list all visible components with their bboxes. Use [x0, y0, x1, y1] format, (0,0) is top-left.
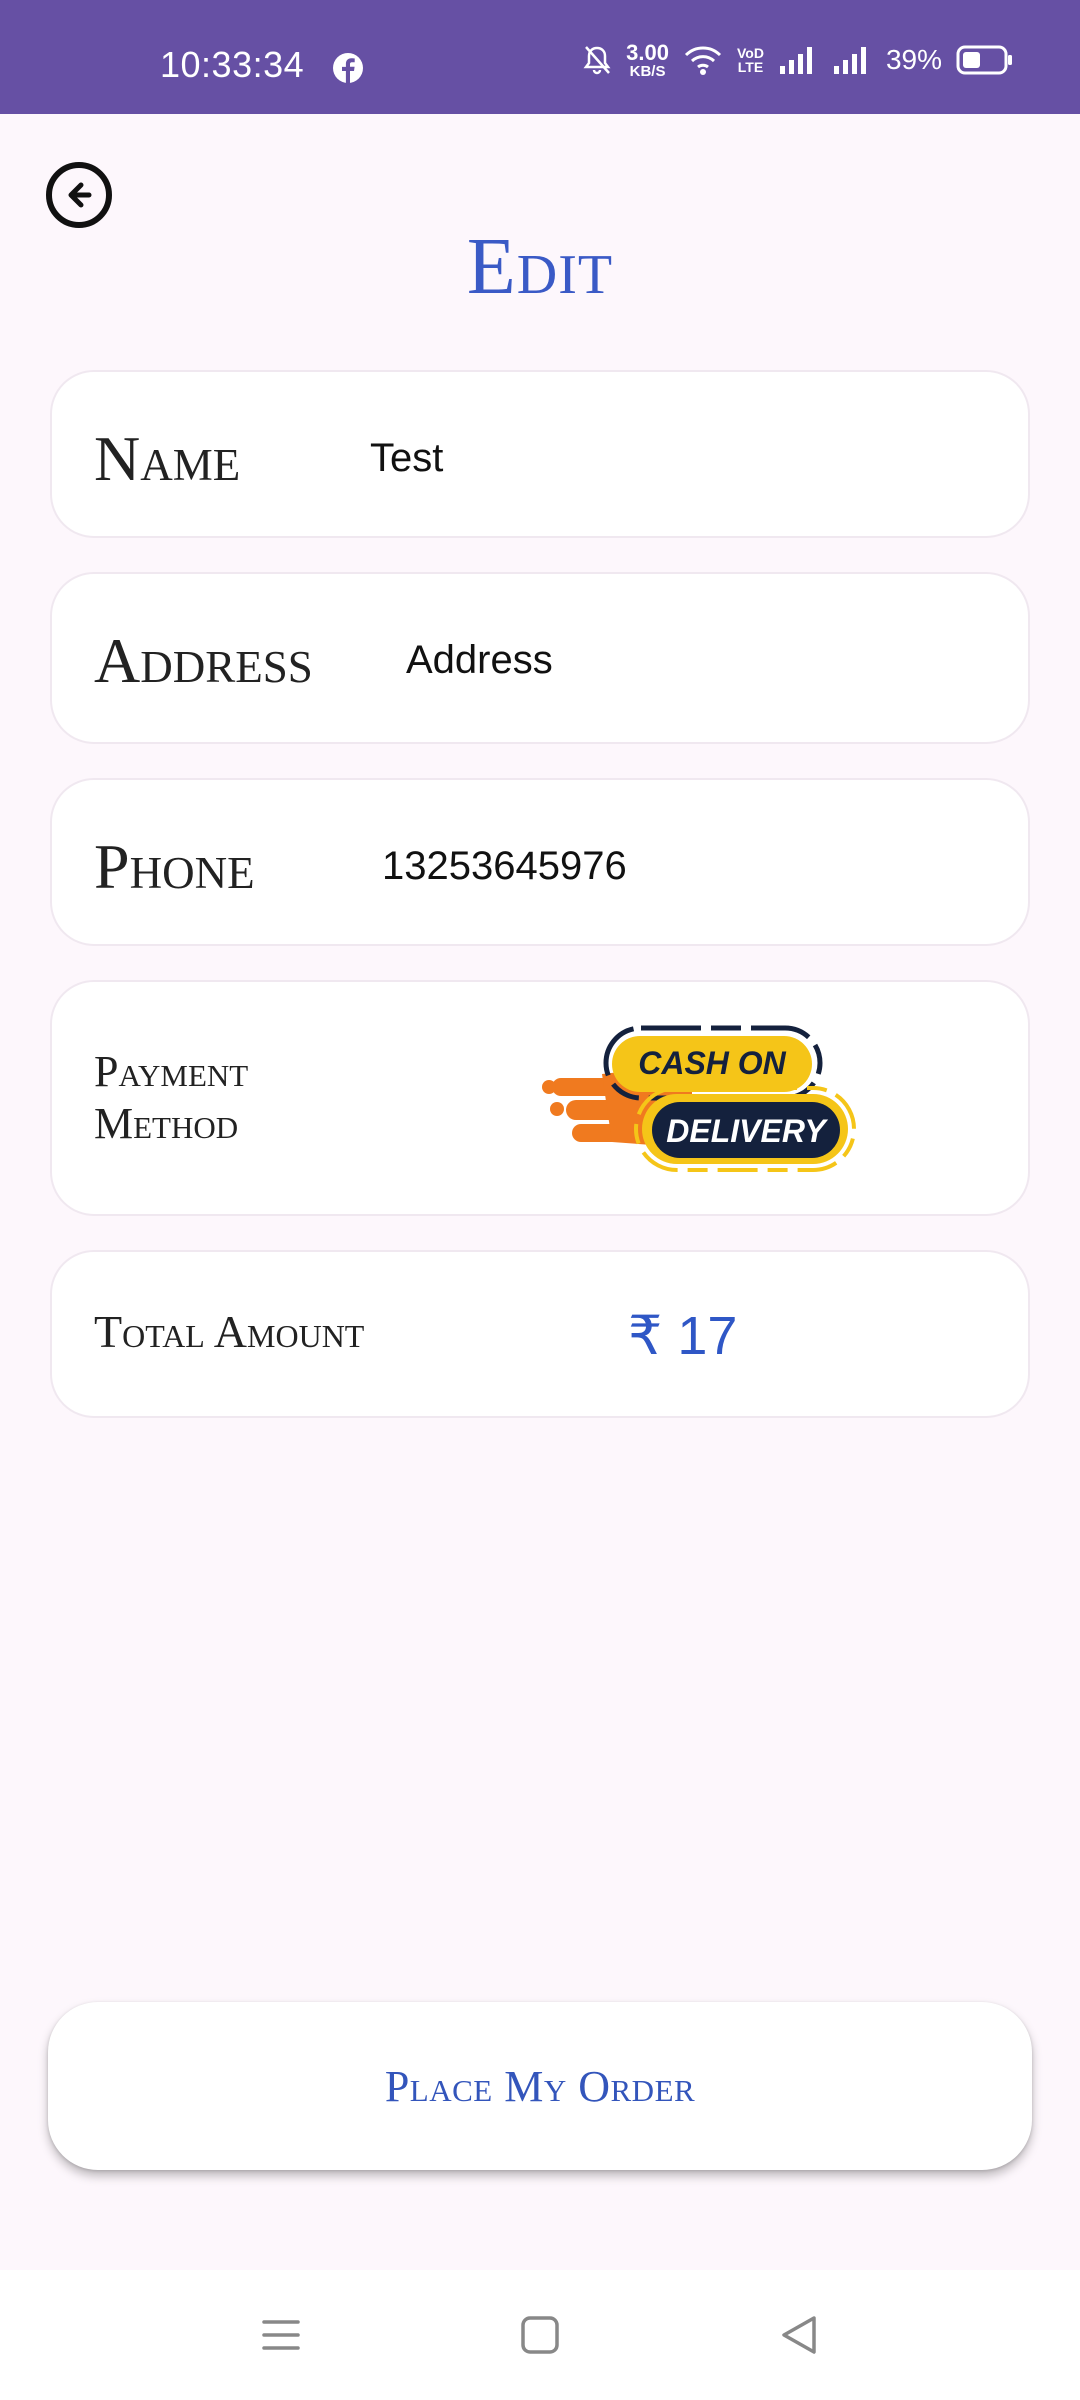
place-order-button[interactable]: Place My Order [48, 2002, 1032, 2170]
back-button[interactable] [46, 162, 112, 228]
mute-icon [583, 46, 611, 75]
cash-on-delivery-logo[interactable]: CASH ON DELIVERY [542, 1018, 862, 1178]
total-amount-card: Total Amount ₹ 17 [50, 1250, 1030, 1418]
name-label: Name [94, 423, 241, 494]
name-input[interactable]: Test [370, 436, 443, 481]
signal-icon [779, 47, 812, 74]
arrow-left-icon [68, 182, 92, 208]
battery-icon [956, 45, 1012, 75]
address-field-card[interactable]: Address Address [50, 572, 1030, 744]
wifi-icon [684, 46, 722, 75]
system-nav-bar [0, 2270, 1080, 2400]
volte-bottom: LTE [737, 59, 764, 75]
name-field-card[interactable]: Name Test [50, 370, 1030, 538]
payment-method-label: Payment Method [94, 1046, 248, 1150]
page-title: Edit [466, 223, 614, 311]
back-triangle-icon[interactable] [764, 2300, 834, 2370]
status-icons: 3.00 KB/S VoD LTE 39% [582, 40, 1014, 80]
cod-logo-line2: DELIVERY [666, 1113, 828, 1149]
total-amount-value: ₹ 17 [628, 1306, 738, 1366]
status-time: 10:33:34 [160, 44, 305, 85]
address-label: Address [94, 625, 313, 696]
address-input[interactable]: Address [406, 638, 553, 683]
cod-logo-line1: CASH ON [638, 1045, 786, 1081]
network-speed-value: 3.00 [626, 39, 669, 65]
signal-icon [833, 47, 866, 74]
network-speed-unit: KB/S [629, 62, 666, 80]
phone-input[interactable]: 13253645976 [382, 844, 627, 889]
facebook-icon [333, 53, 363, 83]
battery-percent: 39% [885, 44, 942, 75]
menu-icon[interactable] [246, 2300, 316, 2370]
payment-method-card[interactable]: Payment Method CASH ON DELIVERY [50, 980, 1030, 1216]
phone-label: Phone [94, 831, 255, 902]
status-bar: 10:33:34 3.00 KB/S VoD LTE 39% [0, 0, 1080, 114]
network-speed: 3.00 KB/S [626, 39, 669, 80]
total-amount-label: Total Amount [94, 1306, 365, 1357]
home-square-icon[interactable] [505, 2300, 575, 2370]
payment-label-line2: Method [94, 1099, 239, 1148]
place-order-label: Place My Order [384, 2061, 696, 2111]
payment-label-line1: Payment [94, 1047, 249, 1096]
phone-field-card[interactable]: Phone 13253645976 [50, 778, 1030, 946]
volte-indicator: VoD LTE [737, 46, 764, 74]
volte-top: VoD [736, 45, 764, 61]
